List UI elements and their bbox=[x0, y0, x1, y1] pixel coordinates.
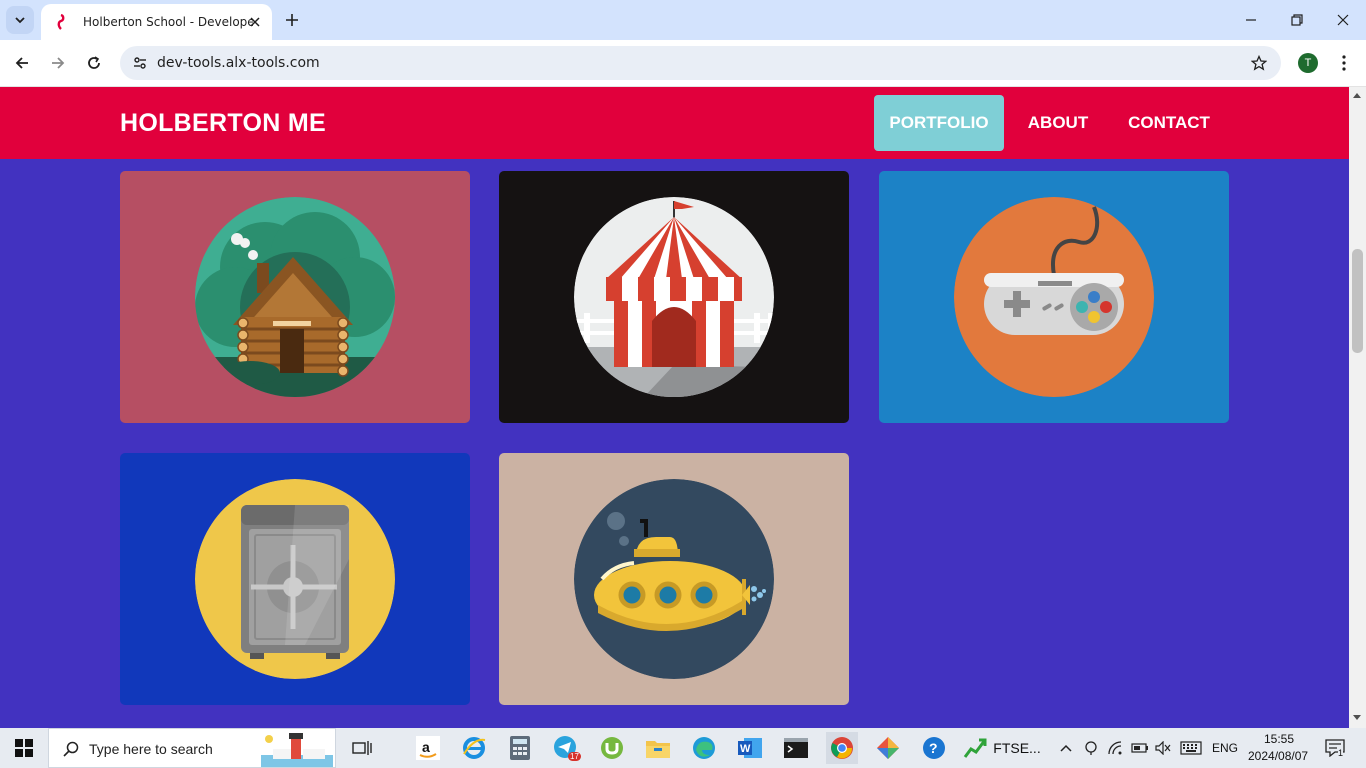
portfolio-tile-gamepad[interactable] bbox=[879, 171, 1229, 423]
file-explorer-icon[interactable] bbox=[642, 732, 674, 764]
taskbar-search-box[interactable]: Type here to search bbox=[48, 728, 336, 768]
git-tool-icon[interactable] bbox=[872, 732, 904, 764]
word-icon[interactable]: W bbox=[734, 732, 766, 764]
restore-icon[interactable] bbox=[1284, 8, 1310, 32]
task-view-icon[interactable] bbox=[346, 732, 378, 764]
svg-text:a: a bbox=[422, 739, 430, 755]
scroll-up-icon[interactable] bbox=[1353, 93, 1361, 98]
portfolio-tile-cabin[interactable] bbox=[120, 171, 470, 423]
ftse-stock-widget[interactable]: FTSE... bbox=[962, 732, 1042, 764]
chevron-down-icon bbox=[15, 17, 25, 24]
profile-avatar[interactable]: T bbox=[1298, 53, 1318, 73]
address-bar[interactable]: dev-tools.alx-tools.com bbox=[120, 46, 1281, 80]
site-brand[interactable]: HOLBERTON ME bbox=[120, 109, 326, 138]
nav-contact[interactable]: CONTACT bbox=[1116, 95, 1222, 151]
search-placeholder: Type here to search bbox=[89, 741, 213, 757]
meet-now-icon[interactable] bbox=[1082, 732, 1100, 764]
portfolio-tile-submarine[interactable] bbox=[499, 453, 849, 705]
keyboard-icon[interactable] bbox=[1178, 732, 1204, 764]
back-arrow-icon[interactable] bbox=[10, 51, 34, 75]
battery-icon[interactable] bbox=[1130, 732, 1150, 764]
site-header: HOLBERTON ME PORTFOLIO ABOUT CONTACT bbox=[0, 87, 1349, 159]
telegram-badge: 17 bbox=[568, 752, 581, 761]
edge-browser-icon[interactable] bbox=[688, 732, 720, 764]
tab-title: Holberton School - Developer t bbox=[83, 15, 253, 29]
nav-about[interactable]: ABOUT bbox=[1014, 95, 1102, 151]
holberton-favicon-icon bbox=[53, 14, 69, 30]
url-text[interactable]: dev-tools.alx-tools.com bbox=[157, 55, 320, 71]
tab-search-button[interactable] bbox=[6, 6, 34, 34]
browser-toolbar: dev-tools.alx-tools.com T bbox=[0, 40, 1366, 87]
notifications-icon[interactable]: 1 bbox=[1320, 732, 1350, 764]
windows-taskbar: Type here to search a 17 W ? FTSE... ENG… bbox=[0, 728, 1366, 768]
amazon-app-icon[interactable]: a bbox=[412, 732, 444, 764]
notification-count: 1 bbox=[1338, 748, 1344, 758]
wifi-icon[interactable] bbox=[1106, 732, 1126, 764]
close-window-icon[interactable] bbox=[1330, 8, 1356, 32]
tray-chevron-up-icon[interactable] bbox=[1058, 732, 1074, 764]
terminal-icon[interactable] bbox=[780, 732, 812, 764]
utorrent-icon[interactable] bbox=[596, 732, 628, 764]
language-indicator[interactable]: ENG bbox=[1212, 741, 1238, 755]
forward-arrow-icon[interactable] bbox=[46, 51, 70, 75]
ftse-label: FTSE... bbox=[993, 740, 1041, 756]
help-icon[interactable]: ? bbox=[918, 732, 950, 764]
scroll-down-icon[interactable] bbox=[1353, 715, 1361, 720]
more-menu-icon[interactable] bbox=[1334, 53, 1354, 73]
browser-tab[interactable]: Holberton School - Developer t bbox=[41, 4, 272, 40]
stock-chart-icon bbox=[964, 738, 987, 758]
volume-muted-icon[interactable] bbox=[1153, 732, 1173, 764]
clock-date[interactable]: 2024/08/07 bbox=[1248, 749, 1308, 763]
game-controller-icon bbox=[954, 197, 1154, 397]
close-tab-icon[interactable] bbox=[246, 13, 264, 31]
svg-text:W: W bbox=[740, 743, 751, 755]
clock-time[interactable]: 15:55 bbox=[1264, 732, 1294, 746]
bookmark-star-icon[interactable] bbox=[1249, 53, 1269, 73]
circus-tent-icon bbox=[574, 197, 774, 397]
reload-icon[interactable] bbox=[82, 51, 106, 75]
chrome-icon[interactable] bbox=[826, 732, 858, 764]
telegram-icon[interactable]: 17 bbox=[550, 732, 582, 764]
browser-tab-strip: Holberton School - Developer t bbox=[0, 0, 1366, 40]
svg-text:?: ? bbox=[929, 740, 938, 756]
log-cabin-icon bbox=[195, 197, 395, 397]
portfolio-tile-circus[interactable] bbox=[499, 171, 849, 423]
scroll-thumb[interactable] bbox=[1352, 249, 1363, 353]
new-tab-icon[interactable] bbox=[282, 10, 302, 30]
minimize-icon[interactable] bbox=[1238, 8, 1264, 32]
page-scrollbar[interactable] bbox=[1349, 87, 1366, 728]
page-viewport: HOLBERTON ME PORTFOLIO ABOUT CONTACT bbox=[0, 87, 1349, 728]
search-icon bbox=[61, 739, 81, 759]
nav-portfolio[interactable]: PORTFOLIO bbox=[874, 95, 1004, 151]
windows-start-icon[interactable] bbox=[0, 728, 48, 768]
safe-icon bbox=[195, 479, 395, 679]
site-info-icon[interactable] bbox=[130, 53, 150, 73]
submarine-icon bbox=[574, 479, 774, 679]
calculator-icon[interactable] bbox=[504, 732, 536, 764]
portfolio-tile-safe[interactable] bbox=[120, 453, 470, 705]
internet-explorer-icon[interactable] bbox=[458, 732, 490, 764]
lighthouse-highlight-icon bbox=[261, 733, 333, 767]
